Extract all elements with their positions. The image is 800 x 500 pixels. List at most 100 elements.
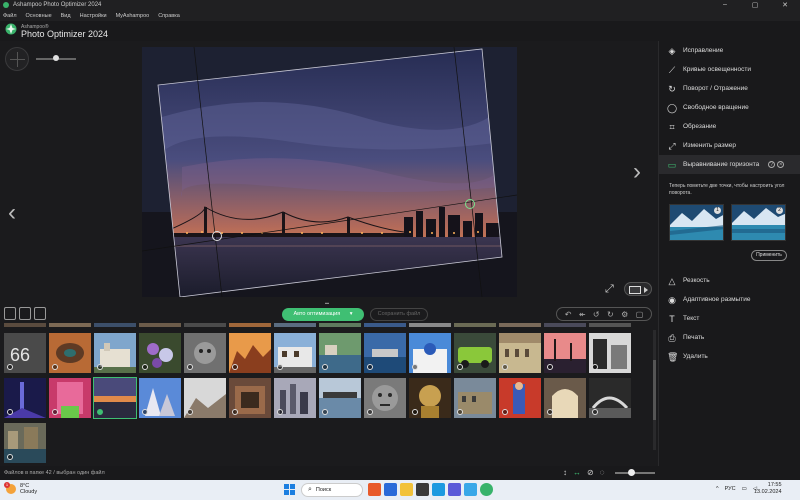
- select-circle-icon[interactable]: [232, 364, 238, 370]
- minimize-icon[interactable]: –: [710, 1, 740, 9]
- select-circle-icon[interactable]: [322, 364, 328, 370]
- refresh-icon[interactable]: ◌: [600, 468, 605, 477]
- select-circle-icon[interactable]: [52, 409, 58, 415]
- select-circle-icon[interactable]: [142, 409, 148, 415]
- apply-button[interactable]: Применить: [751, 250, 787, 261]
- select-circle-icon[interactable]: [457, 409, 463, 415]
- tool-text[interactable]: T Текст: [659, 309, 800, 328]
- select-circle-icon[interactable]: [592, 364, 598, 370]
- thumbnail[interactable]: [49, 333, 91, 373]
- thumbnail[interactable]: [589, 378, 631, 418]
- menu-help[interactable]: Справка: [158, 13, 180, 19]
- thumbnail[interactable]: [94, 333, 136, 373]
- system-clock[interactable]: 17:55 13.02.2024: [754, 482, 782, 496]
- store-icon[interactable]: [464, 483, 477, 496]
- app-icon-dark[interactable]: [416, 483, 429, 496]
- thumbnail[interactable]: [364, 333, 406, 373]
- batch-icon[interactable]: [19, 307, 31, 320]
- thumbnail-selected[interactable]: [93, 377, 137, 419]
- thumbnail[interactable]: [319, 333, 361, 373]
- thumbnail[interactable]: [454, 333, 496, 373]
- thumbnail[interactable]: [274, 378, 316, 418]
- start-button-icon[interactable]: [284, 484, 295, 495]
- select-circle-icon[interactable]: [412, 364, 418, 370]
- thumbnail[interactable]: [184, 333, 226, 373]
- thumbnail[interactable]: 66: [4, 333, 46, 373]
- select-circle-icon[interactable]: [502, 364, 508, 370]
- fit-width-icon[interactable]: ↔: [573, 468, 581, 477]
- tool-print[interactable]: ⎙ Печать: [659, 328, 800, 347]
- thumbnail[interactable]: [4, 378, 46, 418]
- tool-free-rotate[interactable]: ◯ Свободное вращение: [659, 98, 800, 117]
- tool-adaptive-blur[interactable]: ◉ Адаптивное размытие: [659, 290, 800, 309]
- select-circle-icon[interactable]: [97, 364, 103, 370]
- chevron-down-icon[interactable]: ▾: [350, 311, 353, 317]
- thumbnail[interactable]: [499, 378, 541, 418]
- select-circle-icon[interactable]: [7, 364, 13, 370]
- select-circle-icon[interactable]: [457, 364, 463, 370]
- tool-horizon[interactable]: ▭ Выравнивание горизонта ? ×: [659, 155, 800, 174]
- tool-crop[interactable]: ⌗ Обрезание: [659, 117, 800, 136]
- select-circle-icon[interactable]: [547, 409, 553, 415]
- thumbnail[interactable]: [4, 423, 46, 463]
- thumbnail[interactable]: [274, 333, 316, 373]
- fit-height-icon[interactable]: ↕: [563, 468, 567, 477]
- grid-view-icon[interactable]: ⊘: [587, 468, 594, 477]
- previous-image-arrow-icon[interactable]: ‹: [8, 199, 16, 227]
- select-circle-icon[interactable]: [7, 454, 13, 460]
- app-icon-colorful[interactable]: [368, 483, 381, 496]
- tool-delete[interactable]: 🗑 Удалить: [659, 347, 800, 366]
- photo-optimizer-taskbar-icon[interactable]: [480, 483, 493, 496]
- tool-rotate-flip[interactable]: ↻ Поворот / Отражение: [659, 79, 800, 98]
- select-circle-icon[interactable]: [187, 364, 193, 370]
- menu-settings[interactable]: Настройки: [80, 13, 107, 19]
- undo-all-icon[interactable]: ↞: [579, 310, 586, 319]
- help-icon[interactable]: ?: [768, 161, 776, 168]
- thumbnail-size-handle[interactable]: [628, 469, 635, 476]
- select-circle-icon[interactable]: [502, 409, 508, 415]
- select-circle-icon[interactable]: [412, 409, 418, 415]
- thumbnail[interactable]: [49, 378, 91, 418]
- select-circle-icon[interactable]: [232, 409, 238, 415]
- thumbnail[interactable]: [139, 378, 181, 418]
- auto-optimize-button[interactable]: Авто оптимизация ▾: [282, 308, 364, 321]
- tray-chevron-icon[interactable]: ^: [716, 486, 719, 492]
- thumbnail[interactable]: [409, 333, 451, 373]
- select-circle-icon[interactable]: [547, 364, 553, 370]
- select-circle-icon[interactable]: [52, 364, 58, 370]
- undo-icon[interactable]: ↶: [565, 310, 572, 319]
- select-circle-icon[interactable]: [277, 364, 283, 370]
- thumbnail[interactable]: [409, 378, 451, 418]
- zoom-slider-handle[interactable]: [53, 55, 59, 61]
- fullscreen-icon[interactable]: ⤢: [605, 283, 614, 296]
- rotate-right-icon[interactable]: ↻: [607, 310, 614, 319]
- select-circle-icon[interactable]: [7, 409, 13, 415]
- thumbnail[interactable]: [364, 378, 406, 418]
- tool-sharpen[interactable]: △ Резкость: [659, 271, 800, 290]
- save-file-button[interactable]: Сохранить файл: [370, 308, 428, 321]
- edge-browser-icon[interactable]: [432, 483, 445, 496]
- thumbnail[interactable]: [454, 378, 496, 418]
- network-icon[interactable]: ▭: [742, 486, 747, 492]
- thumbnail[interactable]: [184, 378, 226, 418]
- close-icon[interactable]: ×: [777, 161, 785, 168]
- thumbnail[interactable]: [229, 333, 271, 373]
- tool-curves[interactable]: ⟋ Кривые освещенности: [659, 60, 800, 79]
- horizon-preview-after[interactable]: 2: [731, 204, 786, 241]
- close-window-icon[interactable]: ✕: [770, 1, 800, 9]
- thumbnail[interactable]: [544, 378, 586, 418]
- select-circle-icon[interactable]: [367, 409, 373, 415]
- navigation-pad-icon[interactable]: [5, 47, 29, 71]
- brush-icon[interactable]: [34, 307, 46, 320]
- thumbnail[interactable]: [139, 333, 181, 373]
- select-circle-icon[interactable]: [592, 409, 598, 415]
- thumbnail-size-slider[interactable]: [615, 472, 655, 474]
- weather-widget[interactable]: 1 8°C Cloudy: [4, 482, 37, 495]
- stop-icon[interactable]: ▢: [636, 310, 644, 319]
- select-circle-icon[interactable]: [367, 364, 373, 370]
- app-icon-purple[interactable]: [448, 483, 461, 496]
- file-explorer-icon[interactable]: [400, 483, 413, 496]
- select-circle-icon[interactable]: [142, 364, 148, 370]
- next-image-arrow-icon[interactable]: ›: [633, 158, 641, 186]
- thumbnail[interactable]: [589, 333, 631, 373]
